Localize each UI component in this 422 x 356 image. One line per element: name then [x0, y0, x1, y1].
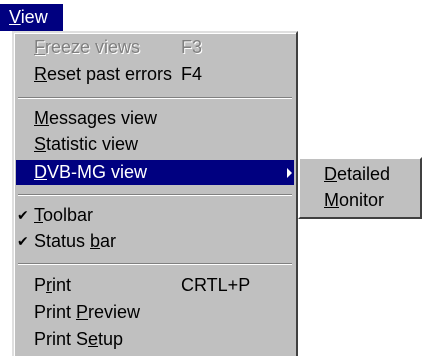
menu-item-print-setup[interactable]: Print Setup [16, 327, 294, 352]
menu-separator [18, 194, 292, 196]
menu-item-toolbar[interactable]: ✔ Toolbar [16, 203, 294, 228]
label-post: essages view [49, 108, 158, 128]
label-mnemonic: b [90, 231, 101, 251]
label-mnemonic: P [76, 302, 89, 322]
label-mnemonic: F [34, 37, 45, 57]
dvb-mg-submenu: Detailed Monitor [298, 157, 422, 219]
menubar-view-mnemonic: V [9, 7, 21, 27]
submenu-item-label: Monitor [324, 188, 384, 213]
label-pre: Print [34, 302, 77, 322]
label-mnemonic: S [34, 134, 47, 154]
view-menu: Freeze views F3 Reset past errors F4 Mes… [12, 31, 298, 356]
menu-item-status-bar[interactable]: ✔ Status bar [16, 229, 294, 254]
submenu-arrow-icon [287, 168, 292, 178]
menu-item-reset-past-errors[interactable]: Reset past errors F4 [16, 62, 294, 87]
label-pre: P [34, 275, 47, 295]
label-mnemonic: R [34, 64, 47, 84]
menu-item-label: Status bar [34, 229, 116, 254]
label-mnemonic: e [88, 329, 99, 349]
menubar-view-post: iew [20, 7, 48, 27]
label-mnemonic: M [324, 190, 339, 210]
label-post: int [52, 275, 72, 295]
menu-item-label: Print Preview [34, 300, 140, 325]
menu-item-label: Statistic view [34, 132, 138, 157]
checkmark-icon: ✔ [17, 207, 29, 223]
menu-item-dvb-mg-view[interactable]: DVB-MG view [16, 160, 294, 185]
submenu-item-label: Detailed [324, 162, 390, 187]
menu-item-print[interactable]: Print CRTL+P [16, 273, 294, 298]
menu-item-label: Print [34, 273, 71, 298]
label-mnemonic: D [324, 164, 337, 184]
menu-item-shortcut: F3 [181, 37, 203, 57]
menu-item-label: Reset past errors [34, 62, 172, 87]
label-pre: Status [34, 231, 91, 251]
label-post: oolbar [43, 205, 94, 225]
menu-item-freeze-views[interactable]: Freeze views F3 [16, 35, 294, 60]
checkmark-icon: ✔ [17, 233, 29, 249]
label-post: onitor [339, 190, 385, 210]
menu-item-statistic-view[interactable]: Statistic view [16, 132, 294, 157]
label-mnemonic: T [34, 205, 43, 225]
menu-item-shortcut: F4 [181, 64, 203, 84]
label-mnemonic: M [34, 108, 49, 128]
label-post: tatistic view [46, 134, 139, 154]
menu-item-label: DVB-MG view [34, 160, 147, 185]
menu-item-label: Freeze views [34, 35, 140, 60]
submenu-item-detailed[interactable]: Detailed [302, 162, 418, 187]
menubar-view[interactable]: View [0, 4, 63, 31]
label-post: VB-MG view [47, 162, 148, 182]
label-post: tup [98, 329, 124, 349]
label-post: ar [100, 231, 117, 251]
menu-item-label: Messages view [34, 106, 157, 131]
label-post: review [88, 302, 141, 322]
label-pre: Print S [34, 329, 89, 349]
menu-item-messages-view[interactable]: Messages view [16, 106, 294, 131]
menu-separator [18, 97, 292, 99]
menu-item-label: Print Setup [34, 327, 123, 352]
label-post: eset past errors [47, 64, 173, 84]
menu-item-label: Toolbar [34, 203, 93, 228]
label-post: reeze views [45, 37, 141, 57]
menu-separator [18, 263, 292, 265]
label-mnemonic: D [34, 162, 47, 182]
menu-item-shortcut: CRTL+P [181, 275, 251, 295]
label-post: etailed [337, 164, 391, 184]
submenu-item-monitor[interactable]: Monitor [302, 188, 418, 213]
menu-item-print-preview[interactable]: Print Preview [16, 300, 294, 325]
